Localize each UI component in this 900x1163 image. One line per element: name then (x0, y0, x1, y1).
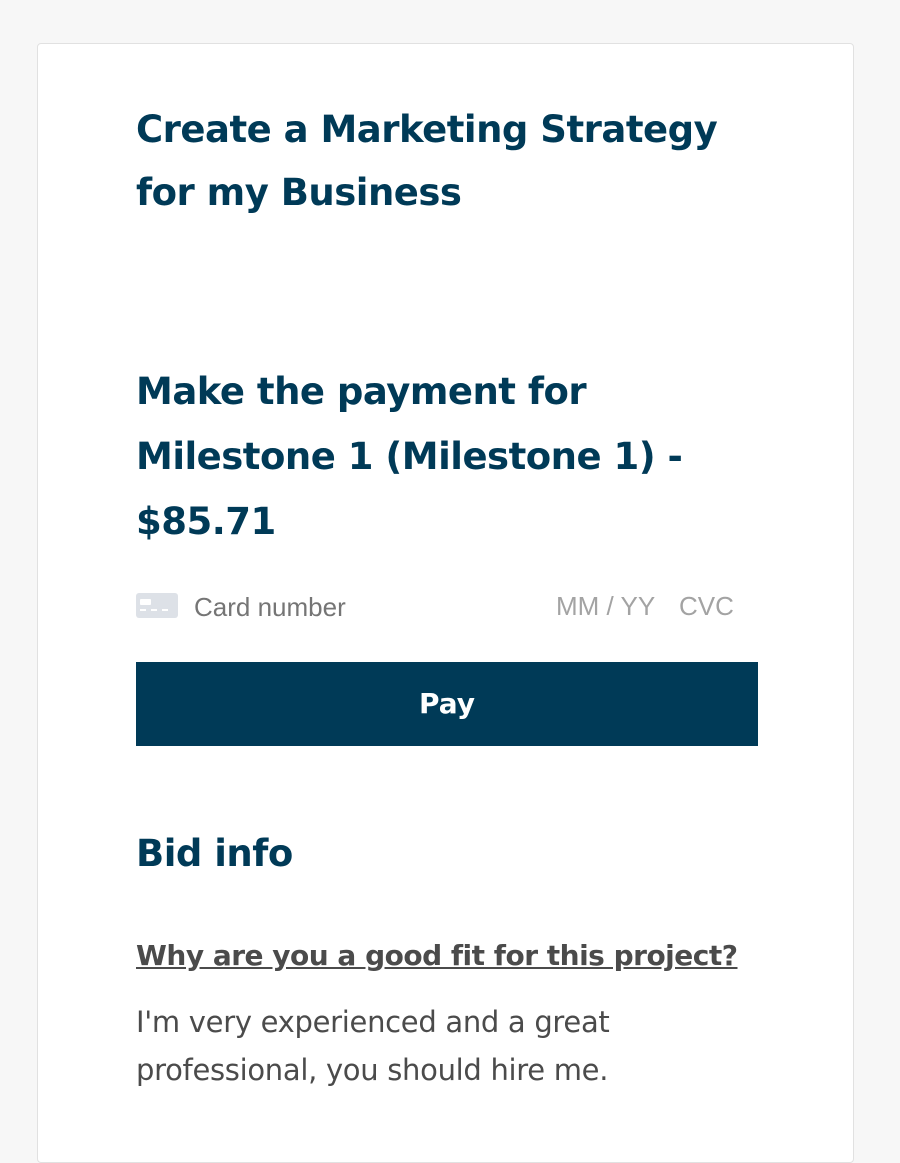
card-input-row[interactable]: MM / YY CVC (136, 588, 758, 626)
project-title: Create a Marketing Strategy for my Busin… (136, 108, 718, 214)
pay-button[interactable]: Pay (136, 662, 758, 746)
cvc-input[interactable]: CVC (679, 588, 734, 624)
payment-title: Make the payment for Milestone 1 (Milest… (136, 370, 683, 543)
bid-question: Why are you a good fit for this project? (136, 939, 738, 972)
card-number-input[interactable] (192, 588, 492, 626)
credit-card-icon (136, 593, 178, 618)
bid-info-title: Bid info (136, 832, 293, 875)
expiry-input[interactable]: MM / YY (556, 588, 655, 624)
milestone-payment-card: Create a Marketing Strategy for my Busin… (37, 43, 854, 1163)
bid-answer: I'm very experienced and a great profess… (136, 1005, 610, 1087)
